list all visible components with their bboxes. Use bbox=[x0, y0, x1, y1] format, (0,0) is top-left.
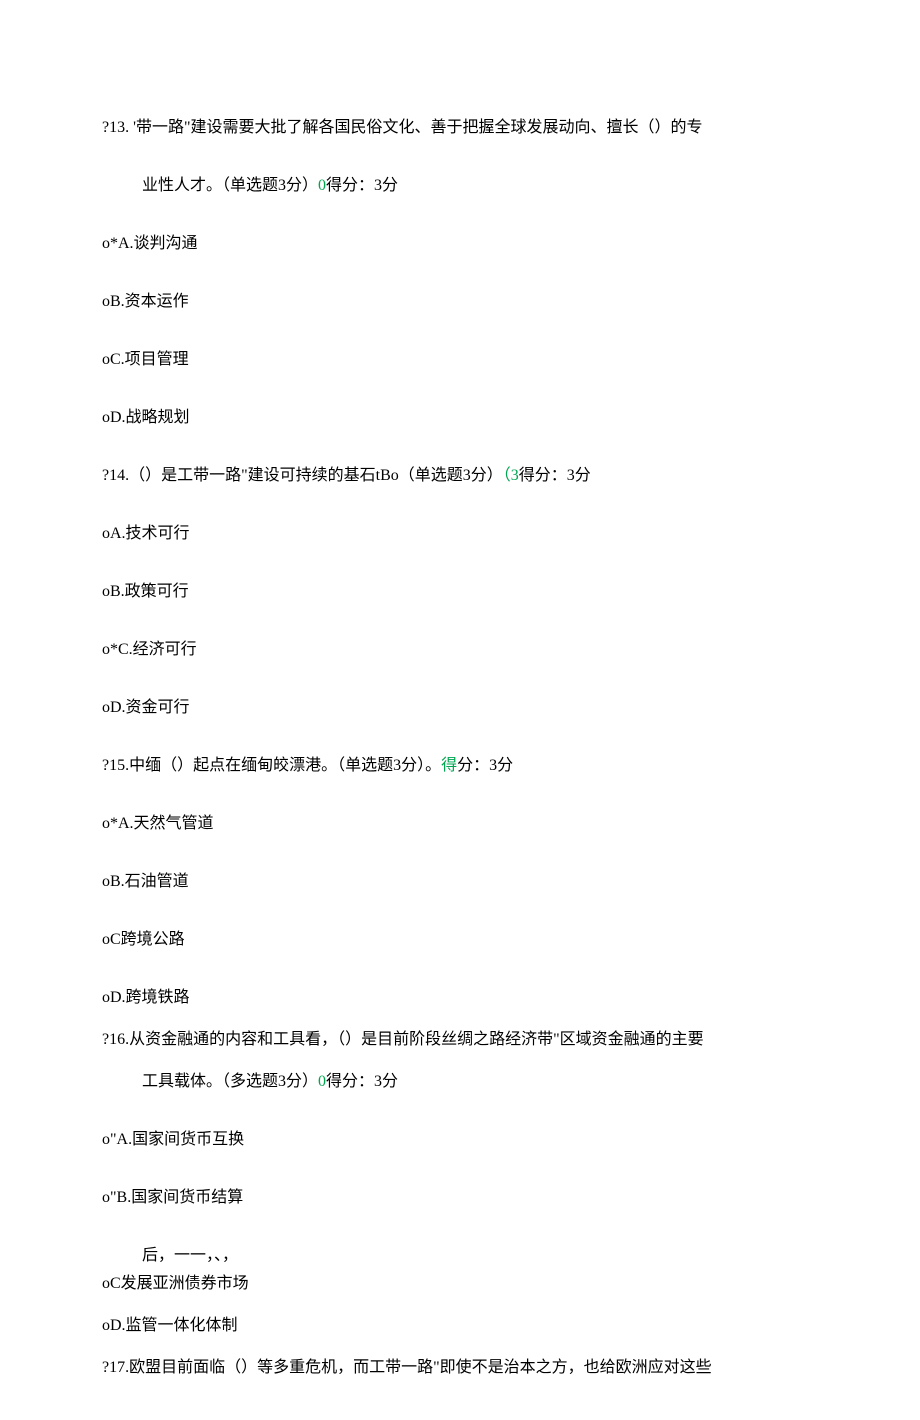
page-content: ?13. '带一路"建设需要大批了解各国民俗文化、善于把握全球发展动向、擅长（）… bbox=[0, 0, 920, 1420]
q17-line1: ?17.欧盟目前面临（）等多重危机，而工带一路"即使不是治本之方，也给欧洲应对这… bbox=[102, 1356, 830, 1380]
q13-line2-a: 业性人才。（单选题3分） bbox=[142, 177, 318, 194]
q14-line1-a: ?14.（）是工带一路"建设可持续的基石tBo（单选题3分） bbox=[102, 467, 503, 484]
question-17: ?17.欧盟目前面临（）等多重危机，而工带一路"即使不是治本之方，也给欧洲应对这… bbox=[102, 1356, 830, 1380]
q15-line1-a: ?15.中缅（）起点在缅甸皎漂港。（单选题3分）。 bbox=[102, 757, 441, 774]
q16-option-a: o"A.国家间货币互换 bbox=[102, 1128, 830, 1152]
q15-option-a: o*A.天然气管道 bbox=[102, 812, 830, 836]
q16-note: 后，一一，、， bbox=[102, 1244, 830, 1268]
q13-score-green: 0 bbox=[318, 177, 326, 194]
q15-score-green: 得 bbox=[441, 757, 457, 774]
q13-line1: ?13. '带一路"建设需要大批了解各国民俗文化、善于把握全球发展动向、擅长（）… bbox=[102, 116, 830, 140]
q14-option-d: oD.资金可行 bbox=[102, 696, 830, 720]
q16-line2-b: 得分：3分 bbox=[326, 1073, 398, 1090]
question-13: ?13. '带一路"建设需要大批了解各国民俗文化、善于把握全球发展动向、擅长（）… bbox=[102, 116, 830, 430]
q13-line2-b: 得分：3分 bbox=[326, 177, 398, 194]
q15-line1-b: 分：3分 bbox=[457, 757, 513, 774]
q15-option-c: oC跨境公路 bbox=[102, 928, 830, 952]
q14-option-a: oA.技术可行 bbox=[102, 522, 830, 546]
q14-score-green: （3 bbox=[503, 467, 519, 484]
question-16: ?16.从资金融通的内容和工具看，（）是目前阶段丝绸之路经济带"区域资金融通的主… bbox=[102, 1028, 830, 1338]
q14-option-c: o*C.经济可行 bbox=[102, 638, 830, 662]
q15-line1: ?15.中缅（）起点在缅甸皎漂港。（单选题3分）。得分：3分 bbox=[102, 754, 830, 778]
q16-score-green: 0 bbox=[318, 1073, 326, 1090]
q16-line1: ?16.从资金融通的内容和工具看，（）是目前阶段丝绸之路经济带"区域资金融通的主… bbox=[102, 1028, 830, 1052]
q13-option-a: o*A.谈判沟通 bbox=[102, 232, 830, 256]
q16-line2-a: 工具载体。（多选题3分） bbox=[142, 1073, 318, 1090]
q16-option-b: o"B.国家间货币结算 bbox=[102, 1186, 830, 1210]
q16-option-c: oC发展亚洲债券市场 bbox=[102, 1272, 830, 1296]
q16-line2: 工具载体。（多选题3分）0得分：3分 bbox=[102, 1070, 830, 1094]
q15-option-d: oD.跨境铁路 bbox=[102, 986, 830, 1010]
q14-line1-b: 得分：3分 bbox=[519, 467, 591, 484]
q13-option-d: oD.战略规划 bbox=[102, 406, 830, 430]
question-15: ?15.中缅（）起点在缅甸皎漂港。（单选题3分）。得分：3分 o*A.天然气管道… bbox=[102, 754, 830, 1010]
q15-option-b: oB.石油管道 bbox=[102, 870, 830, 894]
q13-line2: 业性人才。（单选题3分）0得分：3分 bbox=[102, 174, 830, 198]
q13-option-b: oB.资本运作 bbox=[102, 290, 830, 314]
q14-line1: ?14.（）是工带一路"建设可持续的基石tBo（单选题3分）（3得分：3分 bbox=[102, 464, 830, 488]
question-14: ?14.（）是工带一路"建设可持续的基石tBo（单选题3分）（3得分：3分 oA… bbox=[102, 464, 830, 720]
q13-option-c: oC.项目管理 bbox=[102, 348, 830, 372]
q16-option-d: oD.监管一体化体制 bbox=[102, 1314, 830, 1338]
q14-option-b: oB.政策可行 bbox=[102, 580, 830, 604]
